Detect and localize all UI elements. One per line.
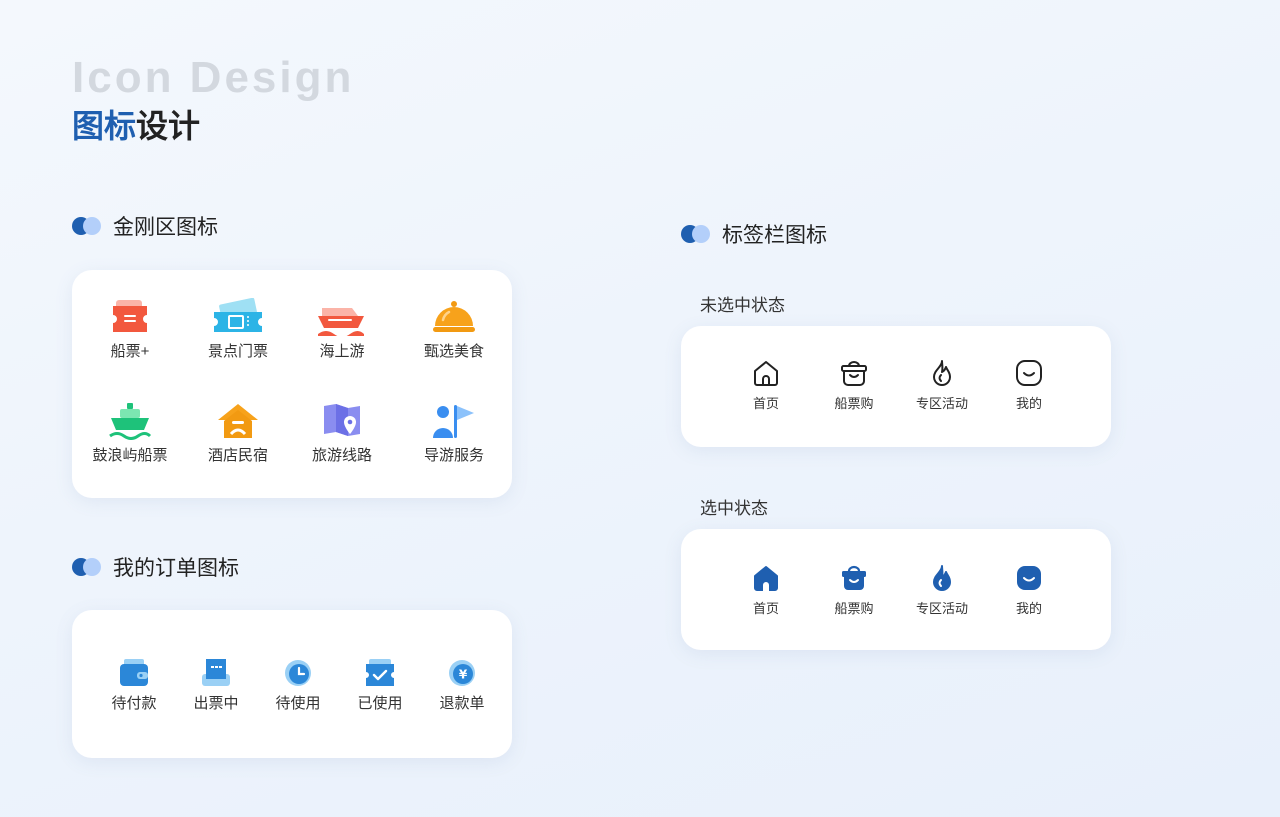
tab-mine[interactable]: 我的 — [979, 359, 1079, 412]
cruise-ship-icon — [318, 308, 364, 336]
tab-label: 船票购 — [834, 601, 874, 616]
tab-label: 首页 — [752, 396, 779, 411]
shopping-bag-icon — [841, 361, 867, 386]
smile-face-icon — [1016, 360, 1042, 386]
tab-label: 专区活动 — [915, 601, 968, 616]
title-english: Icon Design — [72, 53, 355, 102]
toggle-dots-icon — [72, 558, 102, 576]
unselected-state-label: 未选中状态 — [700, 296, 785, 315]
admission-ticket-icon — [214, 298, 262, 332]
flame-icon — [933, 360, 951, 386]
selected-state-label: 选中状态 — [700, 499, 768, 518]
tab-home[interactable]: 首页 — [716, 359, 816, 412]
wallet-icon — [120, 659, 148, 686]
kingkong-item-hotel[interactable]: 酒店民宿 — [188, 402, 288, 465]
toggle-dots-icon — [681, 225, 711, 243]
tab-label: 专区活动 — [915, 396, 968, 411]
tab-label: 我的 — [1015, 601, 1042, 616]
kingkong-label: 景点门票 — [207, 343, 268, 360]
kingkong-label: 酒店民宿 — [207, 447, 268, 464]
tab-home-selected[interactable]: 首页 — [716, 564, 816, 617]
kingkong-label: 船票+ — [110, 343, 150, 360]
kingkong-label: 鼓浪屿船票 — [92, 447, 168, 464]
kingkong-item-route[interactable]: 旅游线路 — [292, 402, 392, 465]
tab-label: 首页 — [752, 601, 779, 616]
tab-events-selected[interactable]: 专区活动 — [892, 564, 992, 617]
smile-face-icon — [1017, 566, 1041, 590]
kingkong-section-title: 金刚区图标 — [113, 216, 218, 239]
ticket-icon — [113, 300, 147, 332]
kingkong-label: 海上游 — [319, 343, 365, 360]
flame-icon — [933, 565, 951, 591]
tab-mine-selected[interactable]: 我的 — [979, 564, 1079, 617]
tab-ticket-shop-selected[interactable]: 船票购 — [804, 564, 904, 617]
kingkong-item-ferry[interactable]: 鼓浪屿船票 — [80, 402, 180, 465]
home-icon — [754, 566, 778, 591]
kingkong-item-cruise[interactable]: 海上游 — [292, 298, 392, 361]
kingkong-label: 导游服务 — [423, 447, 484, 464]
order-label: 退款单 — [439, 695, 485, 712]
svg-text:¥: ¥ — [459, 668, 468, 682]
ferry-icon — [109, 403, 152, 440]
title-chinese: 图标设计 — [72, 110, 200, 142]
tab-ticket-shop[interactable]: 船票购 — [804, 359, 904, 412]
hotel-house-icon — [218, 404, 258, 438]
orders-section-header: 我的订单图标 — [72, 552, 239, 582]
refund-yen-icon: ¥ — [449, 660, 475, 686]
guide-flag-icon — [433, 405, 474, 438]
kingkong-item-admission[interactable]: 景点门票 — [188, 298, 288, 361]
tab-events[interactable]: 专区活动 — [892, 359, 992, 412]
clock-icon — [285, 660, 311, 686]
order-label: 待付款 — [111, 695, 157, 712]
toggle-dots-icon — [72, 217, 102, 235]
order-label: 待使用 — [275, 695, 321, 712]
title-rest: 设计 — [136, 108, 201, 144]
route-map-icon — [324, 404, 360, 436]
tab-label: 我的 — [1015, 396, 1042, 411]
order-item-refund[interactable]: ¥ 退款单 — [412, 658, 512, 713]
kingkong-item-guide[interactable]: 导游服务 — [404, 402, 504, 465]
kingkong-card: 船票+ 景点门票 海上游 甄选美食 鼓浪屿船票 酒店民宿 旅游线路 导游服务 — [72, 270, 512, 498]
kingkong-item-food[interactable]: 甄选美食 — [404, 298, 504, 361]
order-label: 出票中 — [193, 695, 239, 712]
tabbar-unselected-card: 首页 船票购 专区活动 我的 — [681, 326, 1111, 447]
orders-card: 待付款 出票中 待使用 已使用 ¥ 退款单 — [72, 610, 512, 758]
checked-ticket-icon — [366, 659, 394, 686]
kingkong-item-ticket[interactable]: 船票+ — [80, 298, 180, 361]
title-accent: 图标 — [72, 108, 137, 144]
tab-label: 船票购 — [834, 396, 874, 411]
kingkong-label: 旅游线路 — [311, 447, 372, 464]
order-label: 已使用 — [357, 695, 403, 712]
tabbar-section-header: 标签栏图标 — [681, 219, 827, 249]
shopping-bag-icon — [842, 565, 866, 590]
food-cloche-icon — [433, 301, 475, 332]
tabbar-selected-card: 首页 船票购 专区活动 我的 — [681, 529, 1111, 650]
kingkong-label: 甄选美食 — [423, 343, 484, 360]
tabbar-section-title: 标签栏图标 — [722, 224, 827, 247]
kingkong-section-header: 金刚区图标 — [72, 211, 218, 241]
home-icon — [754, 361, 778, 386]
orders-section-title: 我的订单图标 — [113, 557, 239, 580]
printing-ticket-icon — [202, 659, 230, 686]
